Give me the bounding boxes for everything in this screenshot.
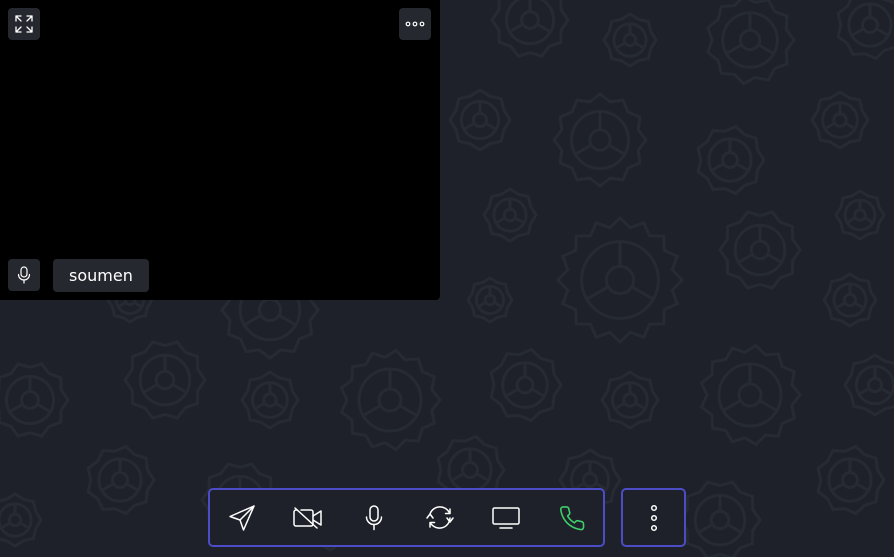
end-call-button[interactable]	[552, 499, 592, 537]
send-message-button[interactable]	[222, 499, 262, 537]
participant-video-tile: soumen	[0, 0, 440, 300]
video-off-icon	[293, 507, 322, 529]
more-vertical-icon	[650, 504, 657, 531]
expand-button[interactable]	[8, 8, 40, 40]
call-controls-toolbar	[208, 488, 605, 547]
expand-icon	[15, 15, 33, 33]
share-screen-button[interactable]	[486, 499, 526, 537]
more-horizontal-icon	[405, 21, 425, 27]
tile-options-button[interactable]	[399, 8, 431, 40]
toggle-microphone-button[interactable]	[354, 499, 394, 537]
refresh-icon	[426, 506, 454, 529]
microphone-icon	[17, 266, 31, 284]
more-options-button[interactable]	[621, 488, 686, 547]
screen-share-icon	[492, 507, 520, 529]
participant-name: soumen	[53, 259, 149, 292]
phone-icon	[560, 506, 585, 531]
send-icon	[229, 505, 255, 531]
switch-camera-button[interactable]	[420, 499, 460, 537]
participant-mic-status	[8, 259, 40, 291]
toggle-video-button[interactable]	[288, 499, 328, 537]
microphone-icon	[365, 505, 383, 531]
call-screen: soumen	[0, 0, 894, 557]
